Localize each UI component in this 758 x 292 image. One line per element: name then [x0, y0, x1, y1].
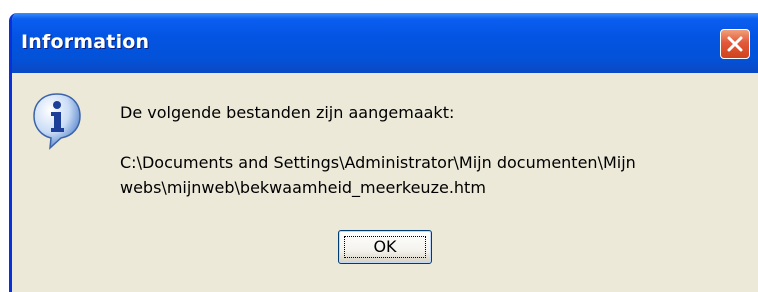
- information-icon: [33, 93, 81, 150]
- ok-button-label: OK: [373, 237, 397, 256]
- file-path-line-1: C:\Documents and Settings\Administrator\…: [120, 153, 636, 172]
- close-button[interactable]: [720, 29, 750, 59]
- title-bar[interactable]: Information: [12, 13, 758, 73]
- dialog-title: Information: [21, 31, 150, 53]
- close-icon: [727, 36, 743, 52]
- file-path-line-2: webs\mijnweb\bekwaamheid_meerkeuze.htm: [120, 178, 486, 197]
- message-text: De volgende bestanden zijn aangemaakt:: [120, 103, 455, 122]
- information-dialog: Information De volgende bestanden zijn a…: [9, 13, 758, 292]
- ok-button[interactable]: OK: [338, 230, 432, 264]
